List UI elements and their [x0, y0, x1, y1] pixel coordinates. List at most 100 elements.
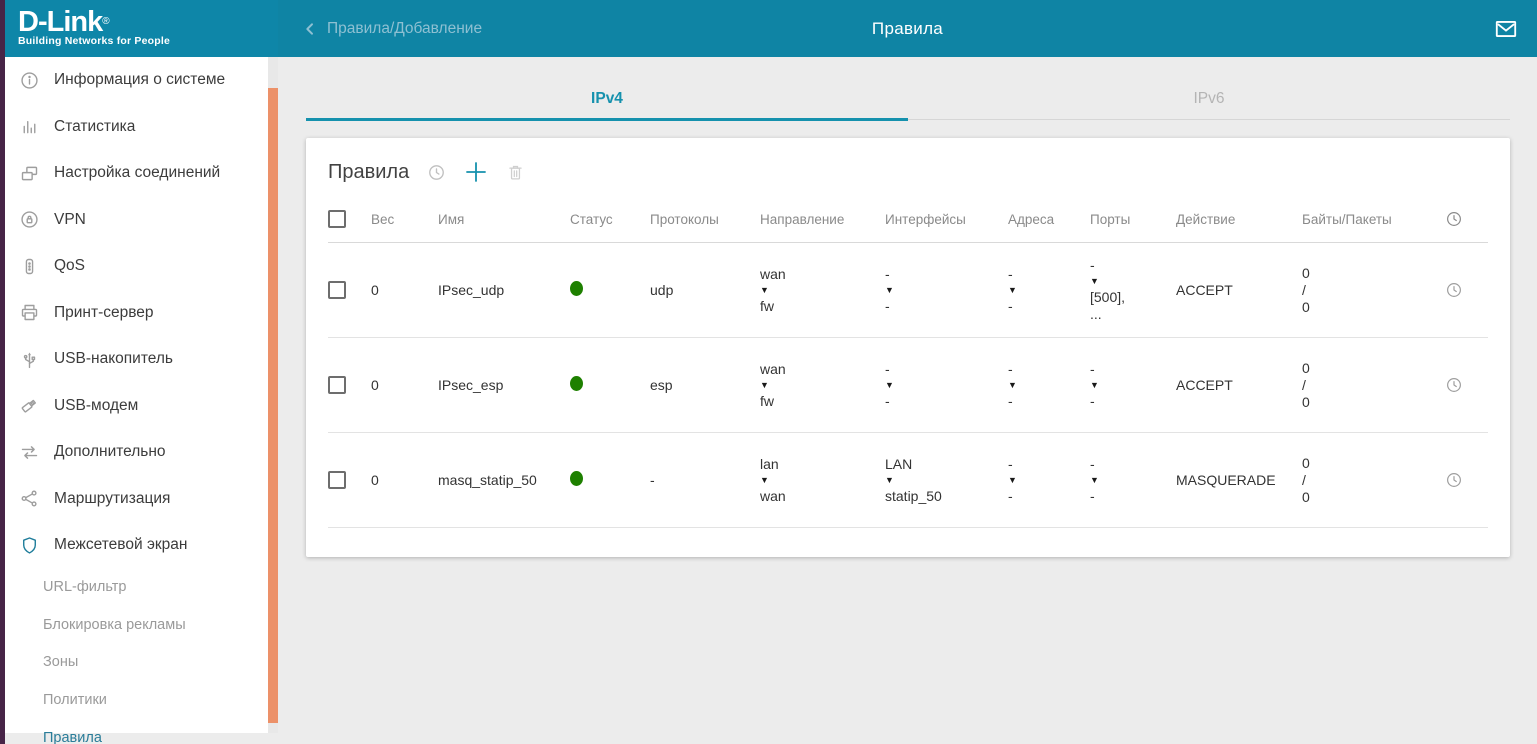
status-enabled-dot [570, 281, 583, 296]
breadcrumb-label: Правила/Добавление [327, 20, 482, 38]
column-header: Интерфейсы [885, 198, 1008, 243]
row-checkbox[interactable] [328, 471, 346, 489]
rules-card: Правила ВесИмяСтатусПротоколыНаправлени [306, 138, 1510, 557]
vpn-icon [18, 209, 40, 231]
select-all-checkbox[interactable] [328, 210, 346, 228]
column-header: Байты/Пакеты [1302, 198, 1445, 243]
cell-name: masq_statip_50 [438, 433, 570, 528]
sidebar-item-info[interactable]: Информация о системе [0, 57, 268, 104]
sidebar-subitem[interactable]: Правила [0, 719, 268, 744]
status-enabled-dot [570, 471, 583, 486]
tab-ipv6[interactable]: IPv6 [908, 80, 1510, 119]
sidebar-item-label: Принт-сервер [54, 304, 154, 322]
cell-status [570, 433, 650, 528]
registered-mark: ® [102, 16, 108, 27]
header-checkbox-cell [328, 198, 371, 243]
schedule-icon[interactable] [427, 163, 446, 182]
sidebar-item-vpn[interactable]: VPN [0, 197, 268, 244]
cell-direction: lan▼wan [760, 433, 885, 528]
table-row: 0IPsec_udpudpwan▼fw-▼--▼--▼[500],...ACCE… [328, 243, 1488, 338]
add-rule-button[interactable] [464, 160, 488, 184]
row-checkbox[interactable] [328, 376, 346, 394]
breadcrumb[interactable]: Правила/Добавление [302, 0, 482, 57]
sidebar-item-usb-modem[interactable]: USB-модем [0, 383, 268, 430]
tab-ipv4[interactable]: IPv4 [306, 80, 908, 119]
row-clock-icon[interactable] [1445, 281, 1488, 299]
window-edge-strip [0, 0, 5, 744]
column-header: Адреса [1008, 198, 1090, 243]
clock-icon [1445, 210, 1488, 228]
cell-interfaces: -▼- [885, 243, 1008, 338]
cell-weight: 0 [371, 243, 438, 338]
sidebar-scrollbar[interactable] [268, 57, 278, 733]
cell-bytes-packets: 0/0 [1302, 433, 1445, 528]
row-checkbox[interactable] [328, 281, 346, 299]
sidebar-item-advanced[interactable]: Дополнительно [0, 429, 268, 476]
sidebar-item-stats[interactable]: Статистика [0, 104, 268, 151]
cell-ports: -▼- [1090, 433, 1176, 528]
sidebar-scrollbar-thumb[interactable] [268, 88, 278, 723]
column-header: Протоколы [650, 198, 760, 243]
connections-icon [18, 162, 40, 184]
header-bar: Правила/Добавление Правила [278, 0, 1537, 57]
cell-schedule [1445, 338, 1488, 433]
dlink-logo: D-Link® Building Networks for People [0, 0, 278, 57]
column-header: Статус [570, 198, 650, 243]
column-header: Направление [760, 198, 885, 243]
cell-select [328, 338, 371, 433]
main-content: IPv4 IPv6 Правила [278, 57, 1537, 744]
cell-bytes-packets: 0/0 [1302, 338, 1445, 433]
top-header: D-Link® Building Networks for People Пра… [0, 0, 1537, 57]
advanced-icon [18, 441, 40, 463]
cell-ports: -▼[500],... [1090, 243, 1176, 338]
cell-interfaces: LAN▼statip_50 [885, 433, 1008, 528]
sidebar-item-label: USB-модем [54, 397, 138, 415]
sidebar-item-routing[interactable]: Маршрутизация [0, 476, 268, 523]
sidebar-subitem-label: Политики [43, 692, 107, 708]
sidebar-item-label: USB-накопитель [54, 350, 173, 368]
column-header: Имя [438, 198, 570, 243]
cell-bytes-packets: 0/0 [1302, 243, 1445, 338]
cell-action: MASQUERADE [1176, 433, 1302, 528]
column-header: Действие [1176, 198, 1302, 243]
column-header: Вес [371, 198, 438, 243]
delete-rule-button[interactable] [506, 163, 525, 182]
table-header-row: ВесИмяСтатусПротоколыНаправлениеИнтерфей… [328, 198, 1488, 243]
sidebar-item-printer[interactable]: Принт-сервер [0, 290, 268, 337]
cell-status [570, 243, 650, 338]
row-clock-icon[interactable] [1445, 471, 1488, 489]
cell-schedule [1445, 243, 1488, 338]
sidebar-item-qos[interactable]: QoS [0, 243, 268, 290]
sidebar-subitem[interactable]: URL-фильтр [0, 569, 268, 607]
usb-icon [18, 348, 40, 370]
sidebar-item-connections[interactable]: Настройка соединений [0, 150, 268, 197]
cell-action: ACCEPT [1176, 338, 1302, 433]
sidebar-item-label: Настройка соединений [54, 164, 220, 182]
cell-select [328, 433, 371, 528]
cell-status [570, 338, 650, 433]
sidebar-subitem[interactable]: Зоны [0, 644, 268, 682]
sidebar-item-label: Информация о системе [54, 71, 225, 89]
sidebar-item-label: Дополнительно [54, 443, 166, 461]
sidebar-item-label: QoS [54, 257, 85, 275]
cell-interfaces: -▼- [885, 338, 1008, 433]
app-window: D-Link® Building Networks for People Пра… [0, 0, 1537, 744]
cell-addresses: -▼- [1008, 243, 1090, 338]
card-title: Правила [328, 161, 409, 184]
cell-protocols: esp [650, 338, 760, 433]
printer-icon [18, 302, 40, 324]
cell-select [328, 243, 371, 338]
tab-strip: IPv4 IPv6 [306, 80, 1510, 120]
row-clock-icon[interactable] [1445, 376, 1488, 394]
sidebar-item-usb[interactable]: USB-накопитель [0, 336, 268, 383]
sidebar-item-shield[interactable]: Межсетевой экран [0, 522, 268, 569]
routing-icon [18, 488, 40, 510]
cell-protocols: - [650, 433, 760, 528]
logo-tagline: Building Networks for People [18, 35, 278, 47]
sidebar-subitem[interactable]: Блокировка рекламы [0, 606, 268, 644]
sidebar-subitem-label: URL-фильтр [43, 579, 126, 595]
mail-icon[interactable] [1493, 0, 1519, 57]
shield-icon [18, 534, 40, 556]
chevron-left-icon [302, 21, 318, 37]
sidebar-subitem[interactable]: Политики [0, 681, 268, 719]
